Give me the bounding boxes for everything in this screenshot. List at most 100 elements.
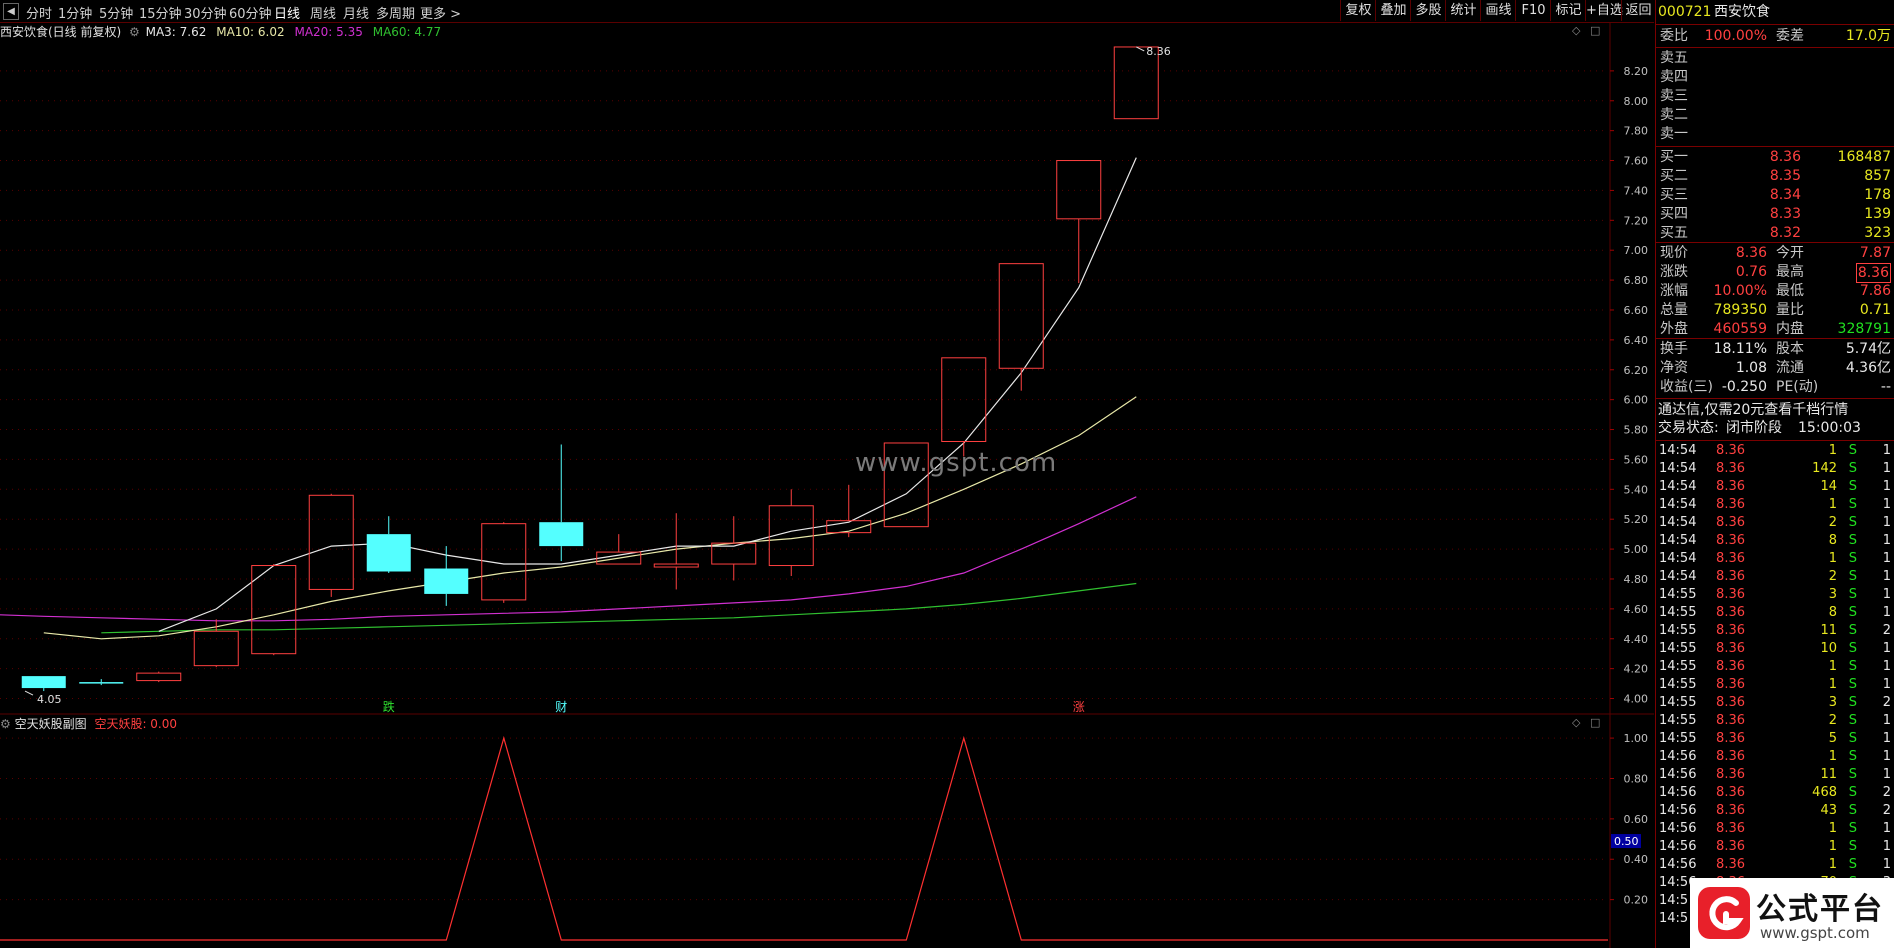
settings-icon[interactable]: ⚙: [0, 717, 11, 731]
buy-row[interactable]: 买一 8.36 168487: [1658, 148, 1893, 166]
sell-row[interactable]: 卖一: [1658, 125, 1893, 143]
tick-row: 14:56 8.36 1 S 1: [1656, 820, 1893, 838]
buy-row[interactable]: 买四 8.33 139: [1658, 205, 1893, 223]
sell-row[interactable]: 卖五: [1658, 49, 1893, 67]
tick-price: 8.36: [1716, 695, 1745, 710]
tick-price: 8.36: [1716, 821, 1745, 836]
y-tick-label: 5.40: [1624, 483, 1649, 496]
period-monthly[interactable]: 月线: [343, 3, 369, 22]
stock-code: 000721: [1658, 4, 1712, 20]
sell-row[interactable]: 卖三: [1658, 87, 1893, 105]
order-label: 卖三: [1660, 88, 1688, 104]
period-multi[interactable]: 多周期: [376, 3, 415, 22]
quote-label: 最低: [1776, 283, 1804, 299]
draw-line-button[interactable]: 画线: [1480, 0, 1516, 21]
period-more[interactable]: 更多 >: [420, 3, 461, 22]
settings-icon[interactable]: ⚙: [129, 25, 140, 39]
buy-row[interactable]: 买五 8.32 323: [1658, 224, 1893, 242]
tick-side: S: [1848, 785, 1857, 800]
period-fenshi[interactable]: 分时: [26, 3, 52, 22]
period-1min[interactable]: 1分钟: [58, 3, 92, 22]
quote-label: 外盘: [1660, 321, 1688, 337]
buy-row[interactable]: 买三 8.34 178: [1658, 186, 1893, 204]
indicator-line: [0, 735, 1608, 941]
tick-price: 8.36: [1716, 785, 1745, 800]
tick-count: 1: [1882, 569, 1891, 584]
add-watchlist-button[interactable]: +自选: [1585, 0, 1623, 21]
period-30min[interactable]: 30分钟: [184, 3, 227, 22]
tick-volume: 43: [1820, 803, 1837, 818]
period-60min[interactable]: 60分钟: [229, 3, 272, 22]
sell-row[interactable]: 卖四: [1658, 68, 1893, 86]
tick-volume: 1: [1828, 551, 1837, 566]
tick-time: 14:54: [1659, 461, 1697, 476]
y-tick-label: 7.20: [1624, 214, 1649, 227]
period-weekly[interactable]: 周线: [310, 3, 336, 22]
diamond-icon[interactable]: ◇: [1572, 24, 1580, 37]
y-tick-label: 7.80: [1624, 125, 1649, 138]
order-price: 8.34: [1769, 187, 1801, 203]
fund-label: PE(动): [1776, 379, 1819, 395]
overlay-button[interactable]: 叠加: [1375, 0, 1411, 21]
period-5min[interactable]: 5分钟: [99, 3, 133, 22]
multi-stock-button[interactable]: 多股: [1410, 0, 1446, 21]
marker-pointer: [24, 690, 34, 696]
tick-count: 1: [1882, 533, 1891, 548]
quote-value: 460559: [1713, 321, 1767, 337]
candle-body: [136, 672, 182, 682]
y-tick-label: 6.00: [1624, 394, 1649, 407]
tick-time: 14:5: [1659, 893, 1689, 908]
trade-time: 15:00:03: [1798, 420, 1861, 436]
promo-text[interactable]: 通达信,仅需20元查看千档行情: [1658, 401, 1893, 419]
moving-average-lines: [0, 157, 1137, 640]
sell-row[interactable]: 卖二: [1658, 106, 1893, 124]
tick-count: 1: [1882, 515, 1891, 530]
ma20-line: [0, 496, 1137, 622]
buy-row[interactable]: 买二 8.35 857: [1658, 167, 1893, 185]
tick-side: S: [1848, 533, 1857, 548]
tick-volume: 468: [1812, 785, 1837, 800]
stats-button[interactable]: 统计: [1445, 0, 1481, 21]
tick-time: 14:56: [1659, 785, 1697, 800]
tick-volume: 1: [1828, 443, 1837, 458]
candle-body: [539, 522, 584, 547]
tick-side: S: [1848, 767, 1857, 782]
f10-button[interactable]: F10: [1515, 0, 1551, 21]
tick-count: 2: [1882, 803, 1891, 818]
diamond-icon[interactable]: ◇: [1572, 716, 1580, 729]
tick-side: S: [1848, 641, 1857, 656]
weicha-label: 委差: [1776, 28, 1804, 44]
period-daily[interactable]: 日线: [274, 3, 300, 22]
chevron-left-icon[interactable]: ◀: [3, 3, 19, 20]
quote-panel: 000721 西安饮食 委比 100.00% 委差 17.0万 卖五 卖四 卖三 卖二…: [1655, 0, 1894, 948]
y-tick-label: 8.00: [1624, 95, 1649, 108]
expand-icon[interactable]: □: [1590, 24, 1600, 37]
fund-label: 股本: [1776, 341, 1804, 357]
y-tick-label: 6.40: [1624, 334, 1649, 347]
tick-count: 1: [1882, 461, 1891, 476]
tick-side: S: [1848, 659, 1857, 674]
candlestick-chart[interactable]: 8.20 8.00 7.80 7.60 7.40 7.20 7.00 6.80 6.60 6.40…: [0, 22, 1654, 948]
watermark: www.gspt.com: [855, 448, 1058, 478]
tick-row: 14:54 8.36 142 S 1: [1656, 460, 1893, 478]
tick-time: 14:55: [1659, 659, 1697, 674]
expand-icon[interactable]: □: [1590, 716, 1600, 729]
ma20-label: MA20: 5.35: [294, 25, 363, 39]
stock-name: 西安饮食: [1714, 4, 1770, 20]
tick-row: 14:54 8.36 14 S 1: [1656, 478, 1893, 496]
order-volume: 168487: [1837, 149, 1891, 165]
period-15min[interactable]: 15分钟: [139, 3, 182, 22]
tick-price: 8.36: [1716, 839, 1745, 854]
weibi-value: 100.00%: [1704, 28, 1767, 44]
fuquan-button[interactable]: 复权: [1340, 0, 1376, 21]
back-button[interactable]: 返回: [1621, 0, 1655, 21]
quote-label: 内盘: [1776, 321, 1804, 337]
fund-label: 换手: [1660, 341, 1688, 357]
candle-body: [653, 563, 699, 568]
trade-status-label: 交易状态:: [1658, 420, 1719, 436]
fund-value: 5.74亿: [1845, 341, 1891, 357]
indicator-legend: ⚙ 空天妖股副图 空天妖股: 0.00: [0, 715, 177, 733]
tick-volume: 1: [1828, 659, 1837, 674]
tick-count: 1: [1882, 821, 1891, 836]
mark-button[interactable]: 标记: [1550, 0, 1586, 21]
